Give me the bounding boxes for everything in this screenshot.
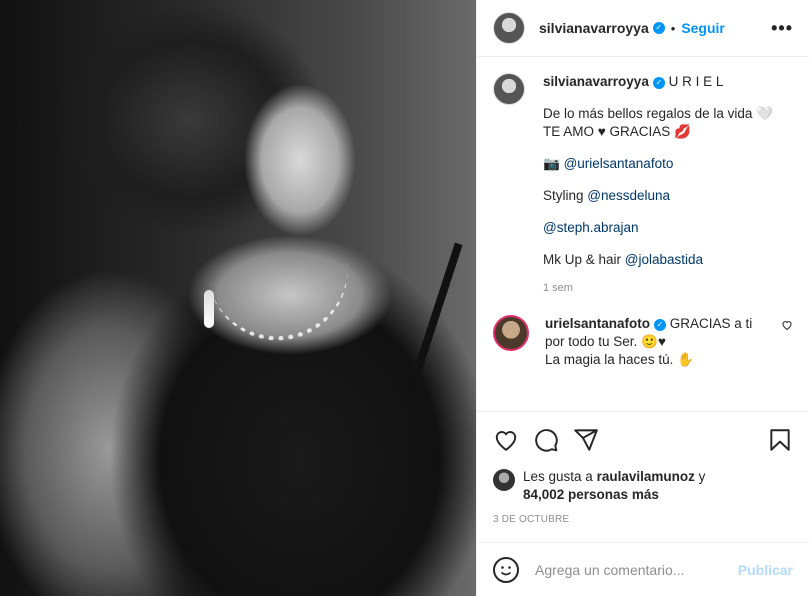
liker-username[interactable]: raulavilamunoz: [597, 469, 695, 484]
mention-link[interactable]: @urielsantanafoto: [564, 156, 674, 171]
caption-body: silvianavarroyya ✓ U R I E L De lo más be…: [543, 73, 793, 297]
post-sidebar: silvianavarroyya ✓ • Seguir ••• silviana…: [476, 0, 809, 596]
dress-strap-detail: [405, 242, 463, 398]
avatar[interactable]: [493, 12, 525, 44]
caption-time[interactable]: 1 sem: [543, 279, 793, 297]
more-options-icon[interactable]: •••: [771, 18, 793, 39]
add-comment-bar: Publicar: [477, 542, 809, 596]
caption-line-1: De lo más bellos regalos de la vida 🤍 TE…: [543, 106, 773, 139]
post-photo[interactable]: [0, 0, 476, 596]
comment-icon[interactable]: [533, 427, 559, 453]
follow-button[interactable]: Seguir: [681, 20, 725, 36]
comment-avatar[interactable]: [493, 315, 529, 351]
necklace-detail: [205, 238, 359, 352]
comment-item: urielsantanafoto ✓ GRACIAS a ti por todo …: [493, 315, 793, 369]
likes-middle: y: [694, 469, 706, 484]
verified-icon: ✓: [652, 77, 665, 89]
comment-input[interactable]: [535, 561, 738, 578]
liker-avatar[interactable]: [493, 469, 515, 491]
post-date[interactable]: 3 DE OCTUBRE: [477, 504, 809, 525]
caption-title: U R I E L: [668, 74, 724, 89]
emoji-icon[interactable]: [493, 556, 519, 583]
likes-summary: Les gusta a raulavilamunoz y 84,002 pers…: [477, 468, 809, 504]
likes-count[interactable]: 84,002 personas más: [523, 487, 659, 502]
caption-text: Mk Up & hair: [543, 252, 625, 267]
earring-detail: [204, 290, 214, 328]
comment-username[interactable]: urielsantanafoto: [545, 316, 650, 331]
mention-link[interactable]: @nessdeluna: [587, 188, 670, 203]
header-username[interactable]: silvianavarroyya: [539, 20, 649, 36]
heart-icon[interactable]: [493, 427, 519, 453]
comment-text-2: La magia la haces tú. ✋: [545, 352, 694, 367]
caption: silvianavarroyya ✓ U R I E L De lo más be…: [493, 73, 793, 297]
share-icon[interactable]: [573, 427, 599, 453]
separator-dot: •: [670, 20, 676, 36]
verified-icon: ✓: [652, 22, 665, 34]
caption-text: Styling: [543, 188, 588, 203]
likes-prefix: Les gusta a: [523, 469, 597, 484]
verified-icon: ✓: [654, 319, 667, 331]
camera-emoji: 📷: [543, 156, 564, 171]
publish-button[interactable]: Publicar: [738, 562, 793, 578]
caption-username[interactable]: silvianavarroyya: [543, 74, 649, 89]
comment-body: urielsantanafoto ✓ GRACIAS a ti por todo …: [545, 315, 755, 369]
mention-link[interactable]: @steph.abrajan: [543, 220, 639, 235]
post-container: silvianavarroyya ✓ • Seguir ••• silviana…: [0, 0, 809, 596]
comment-like-icon[interactable]: [781, 319, 793, 331]
caption-avatar[interactable]: [493, 73, 525, 105]
post-header: silvianavarroyya ✓ • Seguir •••: [477, 0, 809, 57]
action-bar: [477, 412, 809, 468]
mention-link[interactable]: @jolabastida: [625, 252, 703, 267]
comments-section: silvianavarroyya ✓ U R I E L De lo más be…: [477, 57, 809, 412]
bookmark-icon[interactable]: [767, 427, 793, 453]
